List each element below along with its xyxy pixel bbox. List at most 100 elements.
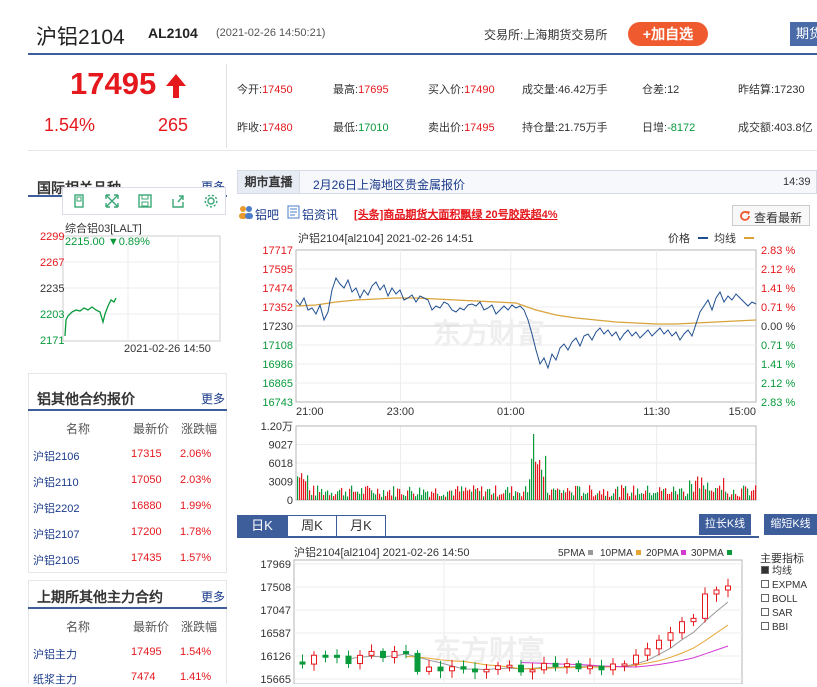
volume-bar — [627, 493, 629, 500]
table-row[interactable]: 纸浆主力 7474 1.41% — [33, 671, 223, 687]
header-bar: 沪铝2104 AL2104 (2021-02-26 14:50:21) 交易所:… — [28, 9, 817, 55]
shorten-kline-button[interactable]: 缩短K线 — [764, 514, 817, 535]
other-contracts-more-link[interactable]: 更多 — [201, 390, 225, 407]
volume-bar — [449, 490, 451, 500]
volume-bar — [459, 491, 461, 500]
volume-bar — [403, 494, 405, 500]
volume-bar — [493, 493, 495, 500]
volume-bar — [603, 489, 605, 500]
copy-icon[interactable] — [72, 194, 86, 208]
volume-bar — [641, 493, 643, 500]
volume-bar — [591, 489, 593, 500]
tab-daily-k[interactable]: 日K — [237, 515, 287, 537]
candle-body — [725, 585, 731, 591]
volume-bar — [587, 492, 589, 500]
volume-bar — [315, 495, 317, 500]
volume-bar — [351, 485, 353, 500]
gear-icon[interactable] — [204, 194, 218, 208]
main-contracts-more-link[interactable]: 更多 — [201, 588, 225, 605]
indicator-option[interactable]: BBI — [761, 621, 807, 635]
indicator-option[interactable]: BOLL — [761, 593, 807, 607]
contract-name-link[interactable]: 纸浆主力 — [33, 671, 77, 687]
candle-body — [679, 621, 685, 634]
ma30-swatch — [727, 550, 732, 555]
intl-y-tick: 2171 — [40, 335, 64, 347]
contract-name-link[interactable]: 沪铝2107 — [33, 526, 79, 542]
intl-chart-time: 2021-02-26 14:50 — [124, 343, 211, 355]
ticker-news-link[interactable]: 2月26日上海地区贵金属报价 — [313, 176, 465, 193]
volume-bar — [637, 488, 639, 500]
checkbox[interactable] — [761, 608, 769, 616]
volume-bar — [607, 491, 609, 500]
volume-bar — [501, 494, 503, 500]
volume-bar — [393, 486, 395, 500]
volume-bar — [541, 469, 543, 500]
indicator-option[interactable]: SAR — [761, 607, 807, 621]
contract-name-link[interactable]: 沪铝2105 — [33, 552, 79, 568]
table-row[interactable]: 沪铝主力 17495 1.54% — [33, 646, 223, 664]
contract-name-link[interactable]: 沪铝主力 — [33, 646, 77, 662]
refresh-button[interactable]: 查看最新 — [732, 205, 810, 226]
legend-avg-label: 均线 — [714, 231, 736, 245]
volume-bar — [337, 491, 339, 500]
candle-body — [426, 666, 432, 672]
volume-bar — [569, 490, 571, 500]
volume-bar — [443, 494, 445, 500]
volume-bar — [431, 491, 433, 500]
volume-bar — [461, 486, 463, 500]
volume-bar — [357, 491, 359, 500]
volume-bar — [531, 458, 533, 500]
checkbox[interactable] — [761, 622, 769, 630]
volume-bar — [333, 496, 335, 500]
contract-name-link[interactable]: 沪铝2202 — [33, 500, 79, 516]
save-icon[interactable] — [138, 194, 152, 208]
volume-bar — [655, 493, 657, 500]
volume-bar — [611, 495, 613, 500]
stretch-kline-button[interactable]: 拉长K线 — [699, 514, 751, 535]
expand-icon[interactable] — [105, 194, 119, 208]
volume-bar — [391, 495, 393, 500]
volume-bar — [633, 485, 635, 500]
volume-bar — [439, 496, 441, 500]
tab-monthly-k[interactable]: 月K — [336, 515, 386, 537]
contract-pct: 2.03% — [180, 474, 212, 486]
volume-bar — [409, 486, 411, 500]
volume-bar — [369, 488, 371, 500]
volume-bar — [325, 491, 327, 500]
share-icon[interactable] — [171, 194, 185, 208]
volume-bar — [729, 496, 731, 500]
table-row[interactable]: 沪铝2107 17200 1.78% — [33, 526, 223, 544]
table-row[interactable]: 沪铝2202 16880 1.99% — [33, 500, 223, 518]
volume-bar — [507, 487, 509, 500]
volume-bar — [441, 496, 443, 500]
add-favorite-button[interactable]: +加自选 — [628, 22, 708, 46]
headline-link[interactable]: [头条]商品期货大面积飘绿 20号胶跌超4% — [354, 206, 558, 222]
y-tick-label: 17230 — [262, 321, 293, 333]
tab-weekly-k[interactable]: 周K — [287, 515, 337, 537]
volume-bar — [753, 490, 755, 500]
table-row[interactable]: 沪铝2110 17050 2.03% — [33, 474, 223, 492]
contract-name-link[interactable]: 沪铝2110 — [33, 474, 79, 490]
table-row[interactable]: 沪铝2105 17435 1.57% — [33, 552, 223, 570]
contract-name-link[interactable]: 沪铝2106 — [33, 448, 79, 464]
checkbox[interactable] — [761, 566, 769, 574]
aluminum-news-link[interactable]: 铝资讯 — [302, 206, 338, 223]
aluminum-forum-link[interactable]: 铝吧 — [255, 206, 279, 223]
period-button[interactable]: 期货 — [790, 22, 817, 46]
volume-bar — [407, 490, 409, 500]
document-icon — [287, 205, 300, 219]
checkbox[interactable] — [761, 580, 769, 588]
volume-bar — [427, 491, 429, 500]
contract-pct: 1.78% — [180, 526, 212, 538]
quote-prev-close: 昨收:17480 — [237, 122, 293, 134]
indicator-option[interactable]: EXPMA — [761, 579, 807, 593]
volume-bar — [517, 492, 519, 500]
candle-body — [345, 655, 352, 665]
checkbox[interactable] — [761, 594, 769, 602]
indicator-option[interactable]: 均线 — [761, 565, 807, 579]
table-row[interactable]: 沪铝2106 17315 2.06% — [33, 448, 223, 466]
volume-bar — [585, 494, 587, 500]
volume-bar — [529, 479, 531, 500]
volume-bar — [697, 476, 699, 500]
col-header-price: 最新价 — [133, 422, 170, 436]
